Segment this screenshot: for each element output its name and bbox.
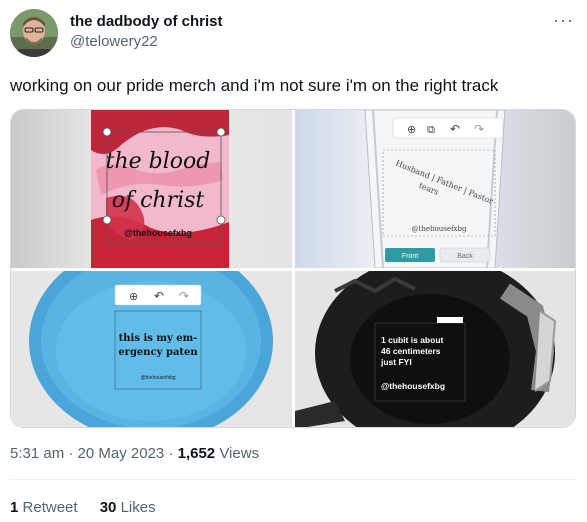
avatar[interactable]	[10, 9, 58, 57]
image3-text-line2: ergency paten	[118, 347, 198, 358]
media-grid: the blood of christ @thehousefxbg ⊕ ⧉ ↶ …	[10, 109, 576, 428]
zoom-icon[interactable]: ⊕	[129, 291, 138, 303]
likes-count: 30	[99, 499, 117, 516]
image3-credit: @thehousefxbg	[140, 375, 175, 381]
retweets-stat[interactable]: 1 Retweet	[10, 499, 82, 516]
image4-text-line2: 46 centimeters	[381, 346, 441, 356]
media-image-3[interactable]: ⊕ ↶ ↷ this is my em- ergency paten @theh…	[11, 271, 292, 427]
media-image-4[interactable]: 1 cubit is about 46 centimeters just FYI…	[295, 271, 575, 427]
image1-credit: @thehousefxbg	[124, 228, 192, 238]
redo-icon[interactable]: ↷	[474, 122, 484, 136]
avatar-image	[10, 9, 58, 57]
views-label: Views	[219, 445, 260, 462]
image1-title-line1: the blood	[106, 149, 211, 174]
redo-icon[interactable]: ↷	[179, 289, 189, 303]
tweet-meta: 5:31 am · 20 May 2023 · 1,652 Views	[10, 445, 259, 462]
meta-separator: ·	[168, 445, 178, 462]
divider	[10, 479, 576, 480]
image4-text-line1: 1 cubit is about	[381, 335, 444, 345]
author-handle[interactable]: @telowery22	[70, 33, 158, 50]
media-image-2[interactable]: ⊕ ⧉ ↶ ↷ Husband | Father | Pastor tears …	[295, 110, 575, 268]
retweets-count: 1	[10, 499, 19, 516]
undo-icon[interactable]: ↶	[154, 289, 164, 303]
likes-stat[interactable]: 30 Likes	[100, 499, 156, 516]
author-display-name[interactable]: the dadbody of christ	[70, 13, 223, 30]
copy-icon[interactable]: ⧉	[427, 124, 435, 136]
undo-icon[interactable]: ↶	[450, 122, 460, 136]
back-button-label: Back	[457, 253, 473, 260]
image4-credit: @thehousefxbg	[381, 381, 445, 391]
image1-title-line2: of christ	[112, 188, 205, 213]
image4-text-line3: just FYI	[380, 357, 412, 367]
media-image-1[interactable]: the blood of christ @thehousefxbg	[11, 110, 292, 268]
image3-text-line1: this is my em-	[119, 333, 198, 344]
likes-label: Likes	[120, 499, 156, 516]
more-options-icon[interactable]: ···	[553, 10, 574, 31]
image2-credit: @thehousefxbg	[412, 225, 467, 233]
tweet-timestamp[interactable]: 5:31 am · 20 May 2023	[10, 445, 164, 462]
tweet-stats: 1 Retweet 30 Likes	[10, 499, 174, 516]
zoom-icon[interactable]: ⊕	[407, 124, 416, 136]
front-button-label: Front	[402, 253, 418, 260]
tweet-text: working on our pride merch and i'm not s…	[10, 76, 499, 95]
views-count: 1,652	[177, 445, 216, 462]
retweets-label: Retweet	[22, 499, 78, 516]
